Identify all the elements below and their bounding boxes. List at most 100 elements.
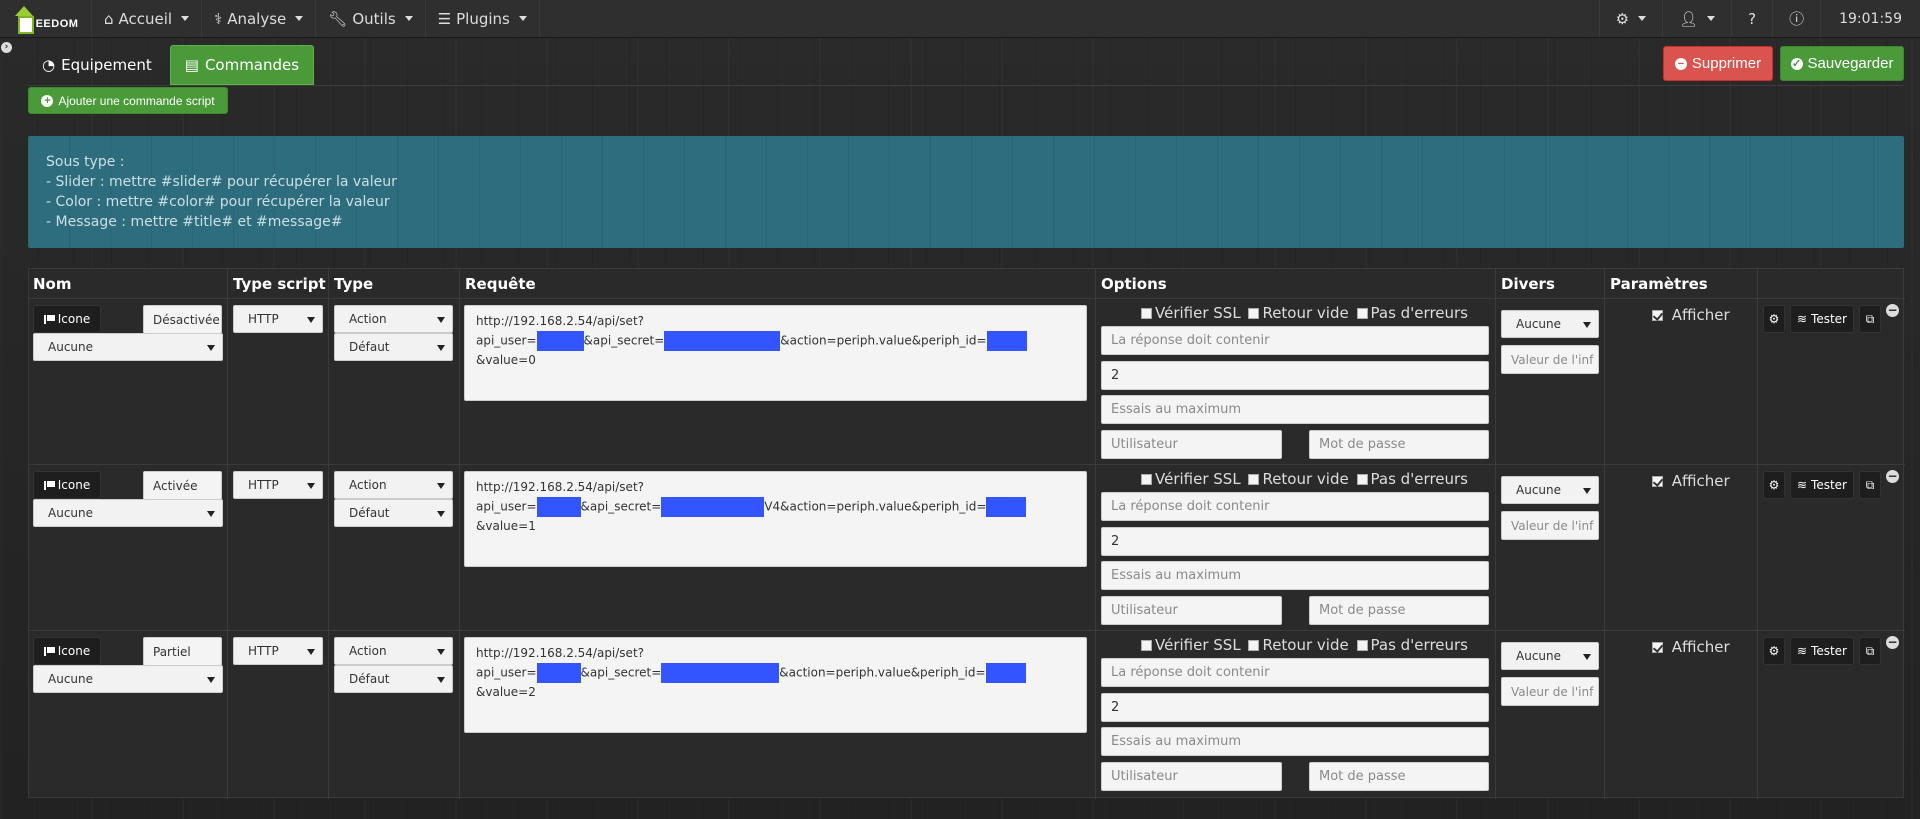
type-select[interactable]: Action bbox=[334, 471, 453, 499]
request-textarea[interactable]: http://192.168.2.54/api/set? api_user= &a… bbox=[464, 305, 1087, 401]
response-contains-input[interactable]: La réponse doit contenir bbox=[1101, 658, 1489, 687]
add-command-label: Ajouter une commande script bbox=[58, 93, 215, 108]
copy-icon: ⧉ bbox=[1865, 311, 1875, 326]
user-input[interactable]: Utilisateur bbox=[1101, 430, 1282, 459]
nav-menu-outils[interactable]: 🔧︎ Outils bbox=[316, 0, 426, 37]
nav-menu-analyse[interactable]: ⚕ Analyse bbox=[202, 0, 317, 37]
max-tries-input[interactable]: Essais au maximum bbox=[1101, 395, 1489, 424]
timeout-input[interactable]: 2 bbox=[1101, 693, 1489, 722]
tab-equipement[interactable]: ◔ Equipement bbox=[28, 45, 166, 85]
copy-button[interactable]: ⧉ bbox=[1859, 305, 1881, 333]
subtype-select[interactable]: Défaut bbox=[334, 333, 453, 361]
max-tries-input[interactable]: Essais au maximum bbox=[1101, 561, 1489, 590]
request-textarea[interactable]: http://192.168.2.54/api/set? api_user= &a… bbox=[464, 471, 1087, 567]
logo-text: EEDOM bbox=[35, 17, 79, 30]
user-menu[interactable]: 👤︎ bbox=[1662, 0, 1731, 37]
info-value-input[interactable]: Valeur de l'inf bbox=[1501, 345, 1599, 374]
user-input[interactable]: Utilisateur bbox=[1101, 596, 1282, 625]
timeout-input[interactable]: 2 bbox=[1101, 527, 1489, 556]
icon-button-label: Icone bbox=[57, 644, 91, 658]
script-type-select[interactable]: HTTP bbox=[233, 637, 323, 665]
password-input[interactable]: Mot de passe bbox=[1309, 430, 1489, 459]
save-button[interactable]: ✓ Sauvegarder bbox=[1780, 46, 1904, 81]
test-button[interactable]: ≋ Tester bbox=[1790, 637, 1854, 665]
flag-icon bbox=[43, 480, 55, 490]
rss-icon: ≋ bbox=[1796, 478, 1808, 492]
dropdown-arrow-icon bbox=[437, 345, 445, 351]
divers-select[interactable]: Aucune bbox=[1501, 310, 1599, 338]
command-name-input[interactable]: Désactivée bbox=[143, 305, 222, 334]
nav-menu-label: Outils bbox=[352, 9, 396, 28]
empty-return-checkbox[interactable] bbox=[1248, 308, 1260, 319]
empty-return-checkbox[interactable] bbox=[1248, 640, 1260, 651]
command-name-input[interactable]: Activée bbox=[143, 471, 222, 500]
command-name-input[interactable]: Partiel bbox=[143, 637, 222, 666]
response-contains-input[interactable]: La réponse doit contenir bbox=[1101, 326, 1489, 355]
afficher-checkbox[interactable] bbox=[1652, 476, 1663, 487]
verify-ssl-checkbox[interactable] bbox=[1141, 474, 1152, 485]
no-errors-checkbox[interactable] bbox=[1356, 640, 1368, 651]
afficher-checkbox[interactable] bbox=[1652, 310, 1663, 321]
redacted-user bbox=[536, 331, 584, 351]
no-errors-checkbox[interactable] bbox=[1356, 474, 1368, 485]
info-line: Sous type : bbox=[46, 154, 125, 170]
delete-button[interactable]: − Supprimer bbox=[1663, 46, 1773, 81]
request-url: http://192.168.2.54/api/set? bbox=[476, 314, 645, 328]
info-value-input[interactable]: Valeur de l'inf bbox=[1501, 677, 1599, 706]
type-select[interactable]: Action bbox=[334, 305, 453, 333]
icon-select-button[interactable]: Icone bbox=[33, 471, 101, 499]
nav-menu-plugins[interactable]: ☰ Plugins bbox=[426, 0, 540, 37]
info-value-input[interactable]: Valeur de l'inf bbox=[1501, 511, 1599, 540]
timeout-input[interactable]: 2 bbox=[1101, 361, 1489, 390]
empty-return-label: Retour vide bbox=[1262, 636, 1349, 654]
user-input[interactable]: Utilisateur bbox=[1101, 762, 1282, 791]
script-type-select[interactable]: HTTP bbox=[233, 471, 323, 499]
command-row: Icone Activée Aucune HTTP Action Défaut … bbox=[29, 464, 1905, 630]
max-tries-input[interactable]: Essais au maximum bbox=[1101, 727, 1489, 756]
request-textarea[interactable]: http://192.168.2.54/api/set? api_user= &a… bbox=[464, 637, 1087, 733]
tab-commandes[interactable]: ▤ Commandes bbox=[169, 45, 315, 85]
info-button[interactable]: ⓘ bbox=[1772, 0, 1820, 37]
subtype-select[interactable]: Défaut bbox=[334, 665, 453, 693]
verify-ssl-checkbox[interactable] bbox=[1141, 308, 1152, 319]
copy-button[interactable]: ⧉ bbox=[1859, 471, 1881, 499]
nav-menu-accueil[interactable]: ⌂ Accueil bbox=[92, 0, 203, 37]
test-label: Tester bbox=[1811, 312, 1847, 326]
settings-menu[interactable]: ⚙ bbox=[1598, 0, 1662, 37]
remove-row-icon[interactable]: − bbox=[1886, 304, 1899, 317]
afficher-label: Afficher bbox=[1671, 472, 1730, 490]
add-command-button[interactable]: + Ajouter une commande script bbox=[28, 87, 228, 114]
remove-row-icon[interactable]: − bbox=[1886, 470, 1899, 483]
object-select[interactable]: Aucune bbox=[33, 665, 223, 693]
advanced-config-button[interactable]: ⚙ bbox=[1763, 637, 1785, 665]
select-value: HTTP bbox=[248, 478, 279, 492]
afficher-checkbox[interactable] bbox=[1652, 642, 1663, 653]
caret-down-icon bbox=[518, 16, 527, 21]
advanced-config-button[interactable]: ⚙ bbox=[1763, 471, 1785, 499]
brand-logo[interactable]: EEDOM bbox=[0, 0, 92, 37]
response-contains-input[interactable]: La réponse doit contenir bbox=[1101, 492, 1489, 521]
type-select[interactable]: Action bbox=[334, 637, 453, 665]
copy-button[interactable]: ⧉ bbox=[1859, 637, 1881, 665]
divers-select[interactable]: Aucune bbox=[1501, 476, 1599, 504]
icon-select-button[interactable]: Icone bbox=[33, 305, 101, 333]
help-button[interactable]: ? bbox=[1731, 0, 1772, 37]
remove-row-icon[interactable]: − bbox=[1886, 636, 1899, 649]
empty-return-checkbox[interactable] bbox=[1248, 474, 1260, 485]
divers-select[interactable]: Aucune bbox=[1501, 642, 1599, 670]
advanced-config-button[interactable]: ⚙ bbox=[1763, 305, 1785, 333]
subtype-select[interactable]: Défaut bbox=[334, 499, 453, 527]
password-input[interactable]: Mot de passe bbox=[1309, 596, 1489, 625]
icon-select-button[interactable]: Icone bbox=[33, 637, 101, 665]
script-type-select[interactable]: HTTP bbox=[233, 305, 323, 333]
test-button[interactable]: ≋ Tester bbox=[1790, 305, 1854, 333]
no-errors-checkbox[interactable] bbox=[1356, 308, 1368, 319]
verify-ssl-checkbox[interactable] bbox=[1141, 640, 1152, 651]
password-input[interactable]: Mot de passe bbox=[1309, 762, 1489, 791]
object-select[interactable]: Aucune bbox=[33, 499, 223, 527]
sidebar-toggle-icon[interactable]: › bbox=[1, 42, 12, 53]
test-button[interactable]: ≋ Tester bbox=[1790, 471, 1854, 499]
test-label: Tester bbox=[1811, 478, 1847, 492]
object-select[interactable]: Aucune bbox=[33, 333, 223, 361]
options-checkboxes: Vérifier SSL Retour vide Pas d'erreurs bbox=[1141, 304, 1471, 322]
